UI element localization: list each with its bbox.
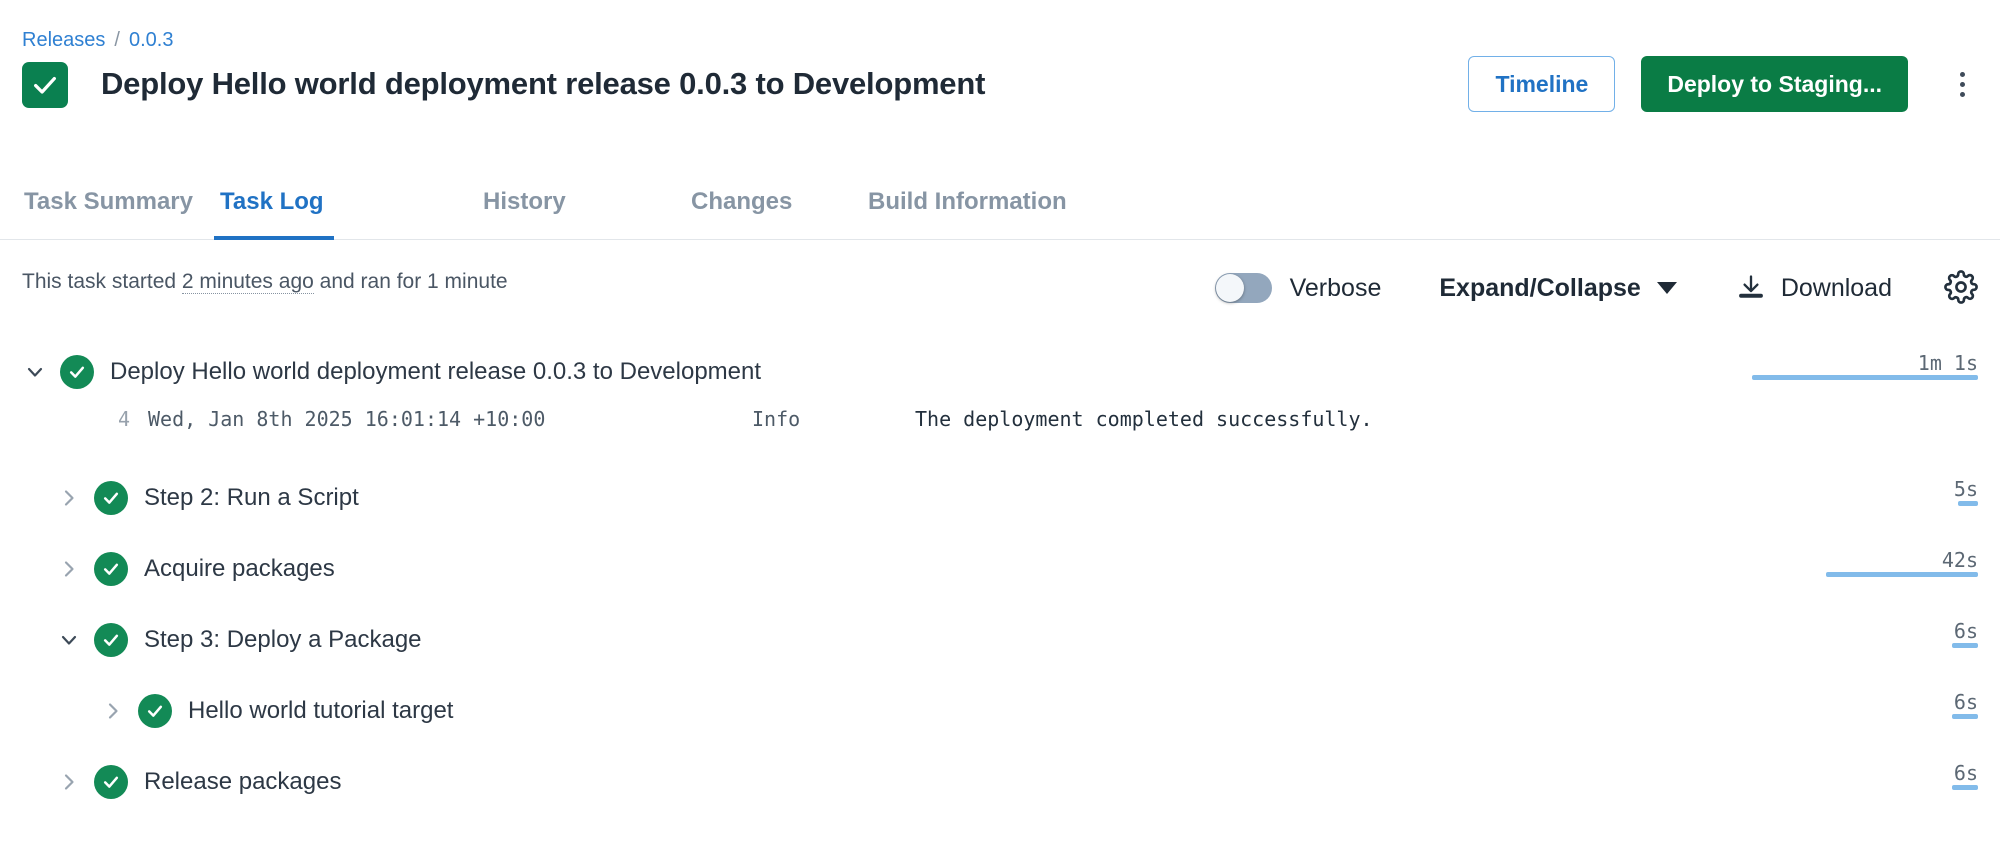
- breadcrumb-link-releases[interactable]: Releases: [22, 28, 105, 52]
- status-icon-success: [60, 355, 94, 389]
- duration-value: 6s: [1953, 761, 1978, 785]
- expand-collapse-button[interactable]: Expand/Collapse: [1439, 273, 1677, 303]
- kebab-dot: [1959, 71, 1965, 77]
- verbose-label: Verbose: [1289, 273, 1382, 302]
- log-message-text: The deployment completed successfully.: [915, 407, 1373, 431]
- gear-icon: [1944, 269, 1978, 307]
- settings-button[interactable]: [1944, 269, 1978, 307]
- duration-bar: [1952, 785, 1978, 790]
- tab-history[interactable]: History: [477, 178, 585, 240]
- kebab-dot: [1959, 81, 1965, 87]
- log-row-label: Acquire packages: [144, 555, 335, 582]
- duration-bar: [1752, 375, 1978, 380]
- log-tree-row[interactable]: Hello world tutorial target 6s: [0, 684, 2000, 738]
- tab-task-log[interactable]: Task Log: [214, 178, 334, 240]
- log-row-duration: 6s: [1748, 690, 1978, 719]
- log-line-number: 4: [117, 407, 130, 431]
- log-row-duration: 6s: [1748, 619, 1978, 648]
- duration-value: 6s: [1953, 619, 1978, 643]
- page-header: Deploy Hello world deployment release 0.…: [0, 56, 2000, 124]
- task-started-suffix: and ran for 1 minute: [313, 270, 508, 293]
- status-icon-success: [94, 623, 128, 657]
- duration-value: 6s: [1953, 690, 1978, 714]
- verbose-toggle[interactable]: Verbose: [1214, 273, 1382, 303]
- status-icon-success: [94, 552, 128, 586]
- log-row-duration: 5s: [1748, 477, 1978, 506]
- breadcrumb: Releases / 0.0.3: [22, 28, 173, 52]
- chevron-right-icon[interactable]: [52, 552, 86, 586]
- task-started-prefix: This task started: [22, 270, 182, 293]
- breadcrumb-separator: /: [114, 29, 120, 51]
- duration-bar: [1952, 643, 1978, 648]
- log-level: Info: [752, 407, 801, 431]
- timeline-button[interactable]: Timeline: [1468, 56, 1616, 112]
- chevron-right-icon[interactable]: [96, 694, 130, 728]
- log-tree-row[interactable]: Step 3: Deploy a Package 6s: [0, 613, 2000, 667]
- log-tree-row[interactable]: Deploy Hello world deployment release 0.…: [0, 345, 2000, 399]
- chevron-right-icon[interactable]: [52, 765, 86, 799]
- download-icon: [1737, 273, 1765, 304]
- log-row-label: Step 3: Deploy a Package: [144, 626, 422, 653]
- expand-collapse-label: Expand/Collapse: [1439, 273, 1641, 302]
- log-row-label: Deploy Hello world deployment release 0.…: [110, 358, 762, 385]
- breadcrumb-link-version[interactable]: 0.0.3: [129, 28, 173, 52]
- download-label: Download: [1780, 273, 1892, 302]
- kebab-dot: [1959, 91, 1965, 97]
- download-button[interactable]: Download: [1737, 273, 1892, 304]
- log-tree-row[interactable]: Step 2: Run a Script 5s: [0, 471, 2000, 525]
- status-icon-success: [94, 481, 128, 515]
- log-row-label: Hello world tutorial target: [188, 697, 454, 724]
- task-started-relative-time[interactable]: 2 minutes ago: [181, 270, 314, 294]
- duration-bar: [1952, 714, 1978, 719]
- header-actions: Timeline Deploy to Staging...: [1468, 56, 1982, 112]
- log-row-duration: 1m 1s: [1748, 351, 1978, 380]
- log-timestamp: Wed, Jan 8th 2025 16:01:14 +10:00: [148, 407, 546, 431]
- check-icon: [31, 71, 59, 99]
- duration-bar: [1826, 572, 1978, 577]
- log-row-duration: 6s: [1748, 761, 1978, 790]
- tab-bar: Task Summary Task Log History Changes Bu…: [0, 178, 2000, 240]
- page-title: Deploy Hello world deployment release 0.…: [101, 66, 986, 101]
- task-log-tree: Deploy Hello world deployment release 0.…: [0, 345, 2000, 860]
- chevron-right-icon[interactable]: [52, 481, 86, 515]
- verbose-toggle-track[interactable]: [1214, 273, 1272, 303]
- status-icon-success: [94, 765, 128, 799]
- duration-value: 1m 1s: [1917, 351, 1978, 375]
- log-message-line: 4 Wed, Jan 8th 2025 16:01:14 +10:00 Info…: [0, 403, 2000, 435]
- toolbar-controls: Verbose Expand/Collapse Download: [1214, 258, 1978, 318]
- status-icon-success: [138, 694, 172, 728]
- chevron-down-icon: [1656, 282, 1677, 294]
- log-row-label: Release packages: [144, 768, 342, 795]
- tab-changes[interactable]: Changes: [685, 178, 810, 240]
- status-badge-success: [22, 62, 68, 108]
- log-row-duration: 42s: [1748, 548, 1978, 577]
- chevron-down-icon[interactable]: [18, 355, 52, 389]
- duration-bar: [1958, 501, 1978, 506]
- tab-task-summary[interactable]: Task Summary: [18, 178, 198, 240]
- duration-value: 5s: [1953, 477, 1978, 501]
- task-started-text: This task started 2 minutes ago and ran …: [22, 270, 508, 294]
- kebab-menu-icon[interactable]: [1942, 56, 1982, 112]
- verbose-toggle-knob: [1215, 274, 1244, 302]
- log-tree-row[interactable]: Acquire packages 42s: [0, 542, 2000, 596]
- log-tree-row[interactable]: Release packages 6s: [0, 755, 2000, 809]
- tab-build-information[interactable]: Build Information: [862, 178, 1090, 240]
- deploy-to-staging-button[interactable]: Deploy to Staging...: [1641, 56, 1908, 112]
- log-row-label: Step 2: Run a Script: [144, 484, 359, 511]
- chevron-down-icon[interactable]: [52, 623, 86, 657]
- duration-value: 42s: [1941, 548, 1978, 572]
- log-toolbar: This task started 2 minutes ago and ran …: [0, 258, 2000, 318]
